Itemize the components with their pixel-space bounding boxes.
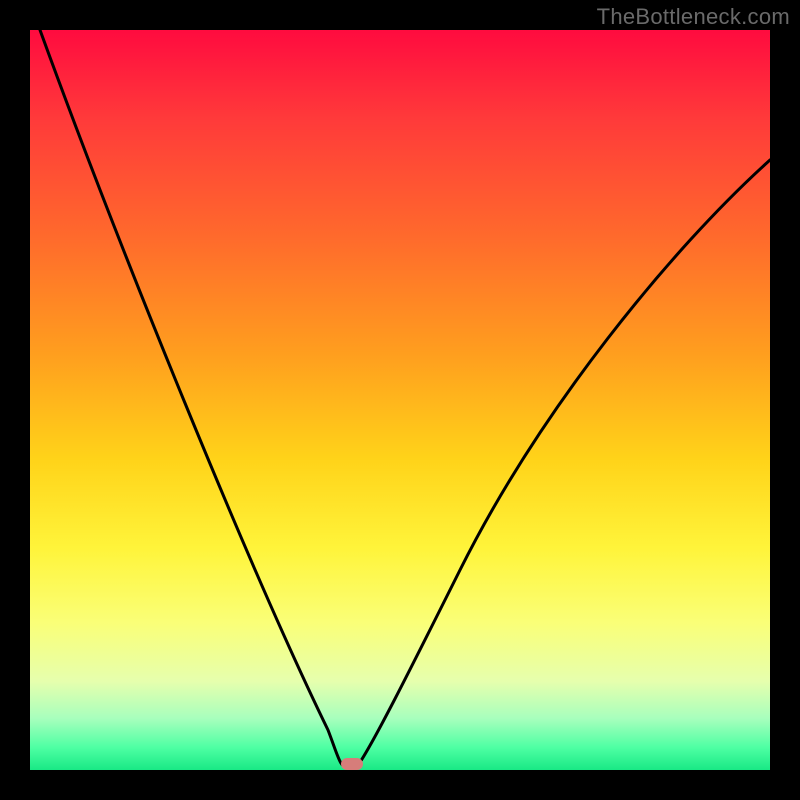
- chart-frame: TheBottleneck.com: [0, 0, 800, 800]
- minimum-marker: [341, 758, 363, 770]
- plot-area: [30, 30, 770, 770]
- bottleneck-curve: [30, 30, 770, 770]
- watermark-text: TheBottleneck.com: [597, 4, 790, 30]
- curve-path: [40, 30, 770, 768]
